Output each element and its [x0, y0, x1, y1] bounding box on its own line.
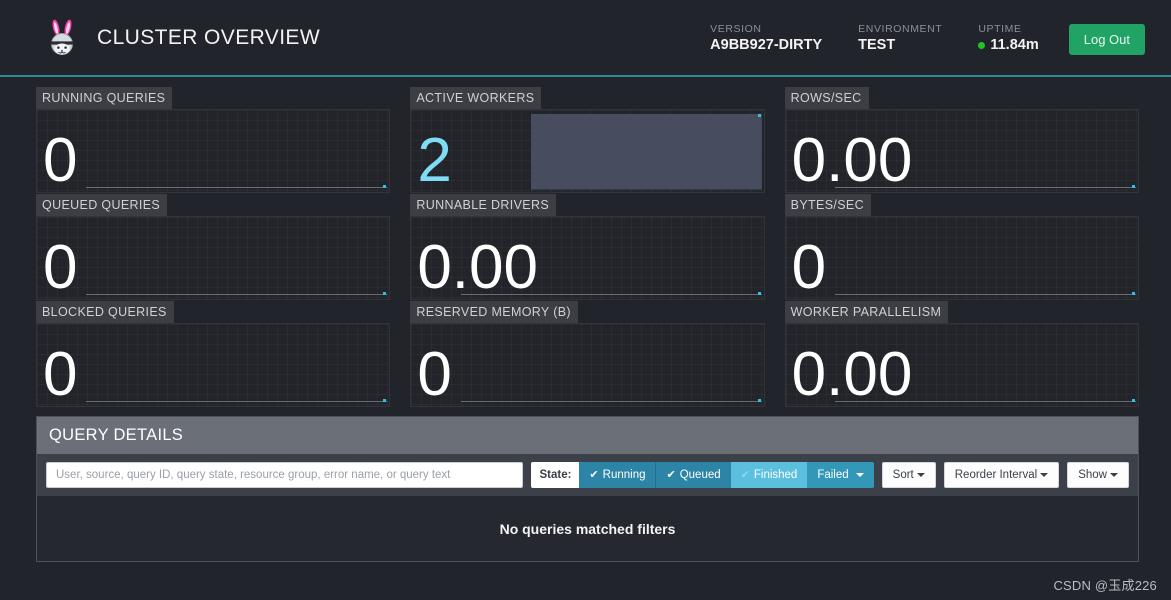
check-icon: ✔: [589, 469, 599, 481]
search-input[interactable]: [46, 462, 524, 488]
trino-rabbit-logo-icon: [45, 19, 79, 57]
empty-state-message: No queries matched filters: [499, 520, 676, 537]
state-filter-label: State:: [531, 462, 580, 488]
stat-tile-label: WORKER PARALLELISM: [784, 301, 949, 323]
sparkline-endpoint-marker: [383, 292, 387, 295]
stat-tile: ACTIVE WORKERS 2: [410, 87, 765, 193]
sparkline-endpoint-marker: [1132, 185, 1135, 188]
query-filter-bar: State: ✔ Running ✔ Queued ✔ Finished Fai…: [37, 454, 1138, 496]
stat-tile-body: 0: [36, 323, 391, 407]
stat-tile-body: 0: [36, 216, 391, 300]
uptime-block: UPTIME 11.84m: [978, 20, 1039, 55]
stat-tile-value: 2: [417, 126, 452, 193]
sparkline-endpoint-marker: [757, 292, 761, 295]
app-header: CLUSTER OVERVIEW VERSION A9BB927-DIRTY E…: [0, 0, 1171, 77]
page-title: CLUSTER OVERVIEW: [97, 25, 321, 49]
stat-tile: RESERVED MEMORY (B) 0: [410, 301, 765, 407]
state-filter-finished[interactable]: ✔ Finished: [730, 462, 808, 488]
version-label: VERSION: [710, 23, 762, 35]
version-value: A9BB927-DIRTY: [710, 37, 823, 53]
check-icon: ✔: [740, 469, 750, 481]
cluster-stats-grid: RUNNING QUERIES 0 ACTIVE WORKERS 2 ROWS/SEC 0…: [0, 77, 1171, 407]
sparkline-endpoint-marker: [383, 399, 387, 402]
sparkline-endpoint-marker: [757, 399, 761, 402]
stat-tile-value: 0: [791, 233, 827, 300]
check-icon: ✔: [666, 469, 676, 481]
brand: CLUSTER OVERVIEW: [45, 19, 320, 57]
stat-tile-value: 0: [43, 126, 78, 193]
uptime-value-row: 11.84m: [978, 36, 1039, 55]
state-filter-failed-dropdown[interactable]: Failed: [807, 462, 874, 488]
stat-tile-body: 2: [410, 109, 765, 193]
chevron-down-icon: [855, 473, 864, 477]
header-meta-group: VERSION A9BB927-DIRTY ENVIRONMENT TEST U…: [710, 20, 1145, 55]
stat-tile-value: 0.00: [791, 126, 913, 193]
stat-tile-label: ACTIVE WORKERS: [410, 87, 542, 109]
state-filter-running[interactable]: ✔ Running: [579, 462, 656, 488]
stat-tile-label: QUEUED QUERIES: [36, 194, 168, 216]
chevron-down-icon: [1040, 473, 1049, 477]
stat-tile: QUEUED QUERIES 0: [36, 194, 391, 300]
query-details-panel: QUERY DETAILS State: ✔ Running ✔ Queued …: [36, 416, 1139, 562]
stat-tile: WORKER PARALLELISM 0.00: [784, 301, 1139, 407]
stat-tile-label: RUNNABLE DRIVERS: [410, 194, 557, 216]
stat-tile-value: 0.00: [791, 340, 913, 407]
reorder-interval-dropdown[interactable]: Reorder Interval: [943, 462, 1060, 488]
state-filter-finished-label: Finished: [753, 469, 798, 481]
stat-tile-value: 0: [417, 340, 452, 407]
chevron-down-icon: [1110, 473, 1118, 477]
stat-tile-body: 0: [36, 109, 391, 193]
stat-tile: ROWS/SEC 0.00: [784, 87, 1139, 193]
sort-dropdown[interactable]: Sort: [881, 462, 936, 488]
stat-tile-label: BYTES/SEC: [784, 194, 871, 216]
show-dropdown[interactable]: Show: [1067, 462, 1129, 488]
sparkline-endpoint-marker: [757, 114, 761, 117]
stat-tile: RUNNING QUERIES 0: [36, 87, 391, 193]
stat-sparkline: [531, 114, 762, 190]
stat-tile-body: 0.00: [784, 109, 1139, 193]
stat-tile-body: 0: [410, 323, 765, 407]
stat-tile-value: 0: [43, 233, 78, 300]
stat-sparkline: [835, 284, 1136, 295]
stat-sparkline: [86, 284, 387, 295]
stat-tile: BYTES/SEC 0: [784, 194, 1139, 300]
stat-tile-label: RESERVED MEMORY (B): [410, 301, 578, 323]
stat-tile-body: 0.00: [784, 323, 1139, 407]
uptime-label: UPTIME: [978, 23, 1022, 35]
stat-tile-value: 0.00: [417, 233, 538, 300]
environment-label: ENVIRONMENT: [858, 23, 943, 35]
stat-tile-body: 0: [784, 216, 1139, 300]
chevron-down-icon: [916, 473, 925, 477]
sort-dropdown-label: Sort: [892, 469, 914, 481]
query-results-area: No queries matched filters: [37, 496, 1138, 561]
stat-tile: BLOCKED QUERIES 0: [36, 301, 391, 407]
watermark: CSDN @玉成226: [1053, 578, 1157, 593]
version-block: VERSION A9BB927-DIRTY: [710, 20, 822, 55]
state-filter-group: State: ✔ Running ✔ Queued ✔ Finished Fai…: [531, 462, 874, 488]
show-dropdown-label: Show: [1078, 469, 1107, 481]
sparkline-endpoint-marker: [1132, 292, 1135, 295]
sparkline-endpoint-marker: [383, 185, 387, 188]
stat-sparkline: [86, 177, 387, 188]
environment-block: ENVIRONMENT TEST: [858, 20, 942, 55]
state-filter-queued-label: Queued: [679, 469, 721, 481]
reorder-interval-dropdown-label: Reorder Interval: [954, 469, 1038, 481]
state-filter-queued[interactable]: ✔ Queued: [655, 462, 731, 488]
uptime-value: 11.84m: [990, 37, 1039, 53]
stat-tile-label: ROWS/SEC: [784, 87, 869, 109]
stat-tile-label: RUNNING QUERIES: [36, 87, 173, 109]
state-filter-running-label: Running: [602, 469, 646, 481]
query-details-heading: QUERY DETAILS: [37, 417, 1138, 454]
logout-button[interactable]: Log Out: [1068, 24, 1145, 55]
stat-tile: RUNNABLE DRIVERS 0.00: [410, 194, 765, 300]
status-online-icon: [978, 42, 986, 49]
stat-sparkline: [86, 391, 387, 402]
environment-value: TEST: [858, 37, 896, 53]
stat-sparkline: [461, 391, 762, 402]
stat-tile-label: BLOCKED QUERIES: [36, 301, 174, 323]
stat-tile-body: 0.00: [410, 216, 765, 300]
state-filter-failed-label: Failed: [817, 469, 849, 481]
sparkline-endpoint-marker: [1132, 399, 1135, 402]
stat-tile-value: 0: [43, 340, 78, 407]
